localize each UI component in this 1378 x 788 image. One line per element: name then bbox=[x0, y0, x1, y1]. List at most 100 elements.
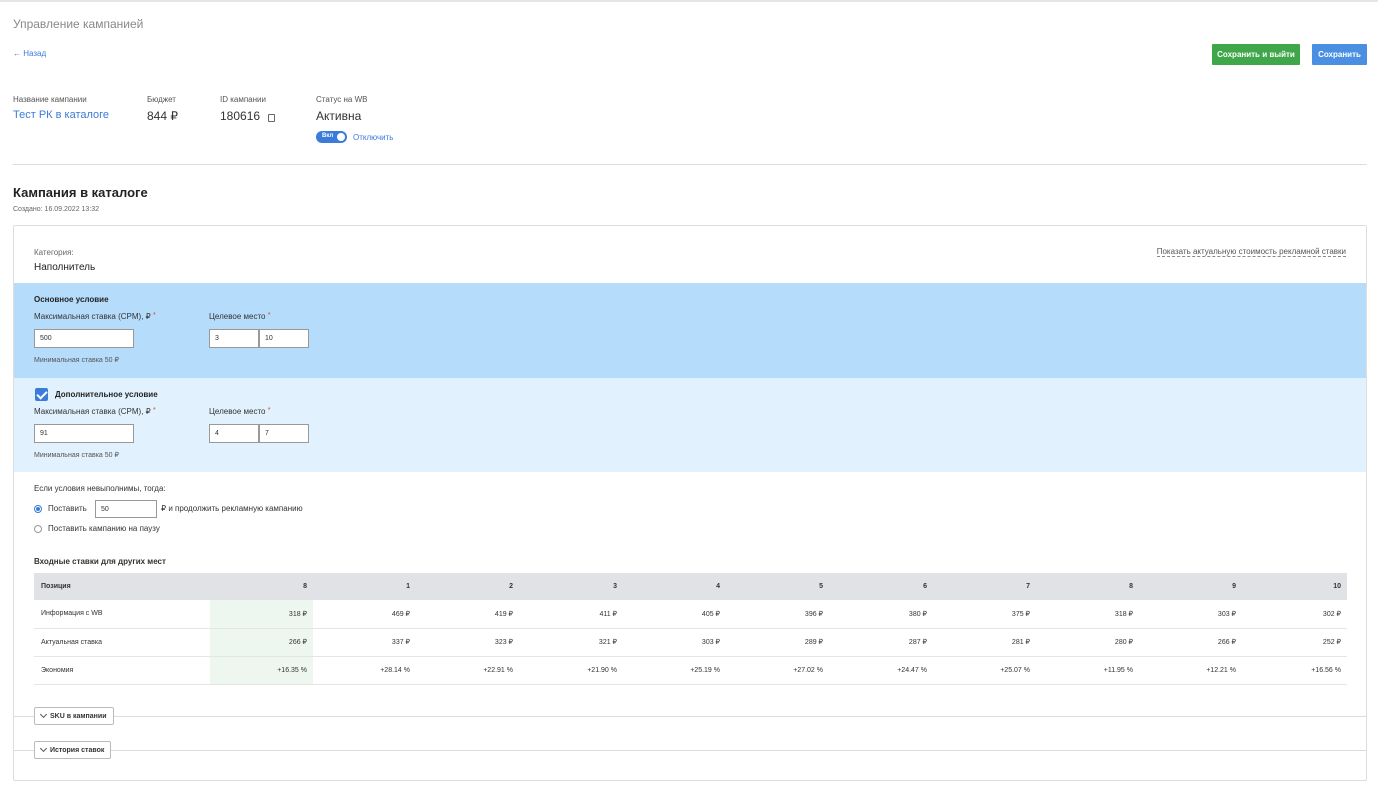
table-header: 8 bbox=[1036, 573, 1139, 600]
budget-value: 844 ₽ bbox=[147, 109, 178, 123]
show-price-link[interactable]: Показать актуальную стоимость рекламной … bbox=[1156, 247, 1346, 257]
required-mark: * bbox=[152, 312, 156, 319]
table-row: Экономия +16.35 % +28.14 % +22.91 % +21.… bbox=[34, 656, 1347, 685]
table-cell: 380 ₽ bbox=[829, 600, 933, 629]
extra-condition-panel: Дополнительное условие Максимальная став… bbox=[14, 378, 1366, 472]
toggle-knob bbox=[337, 133, 345, 141]
page-title: Управление кампанией bbox=[13, 17, 144, 31]
table-cell: +11.95 % bbox=[1036, 656, 1139, 685]
fallback-bid-suffix: ₽ и продолжить рекламную кампанию bbox=[161, 504, 303, 513]
min-bid-hint: Минимальная ставка 50 ₽ bbox=[34, 452, 119, 459]
fallback-pause-radio[interactable] bbox=[34, 525, 42, 533]
target-to-input[interactable] bbox=[259, 329, 309, 348]
table-cell: 323 ₽ bbox=[416, 628, 519, 657]
accordion-divider bbox=[14, 716, 1366, 717]
table-cell: 411 ₽ bbox=[519, 600, 623, 629]
divider bbox=[13, 164, 1367, 165]
table-cell: 321 ₽ bbox=[519, 628, 623, 657]
table-cell: +16.56 % bbox=[1242, 656, 1347, 685]
max-bid-label-text: Максимальная ставка (CPM), ₽ bbox=[34, 312, 151, 321]
main-condition-panel: Основное условие Максимальная ставка (CP… bbox=[14, 283, 1366, 378]
category-value: Наполнитель bbox=[34, 262, 96, 273]
max-bid-label: Максимальная ставка (CPM), ₽ * bbox=[34, 312, 156, 321]
table-header-row: Позиция 8 1 2 3 4 5 6 7 8 9 10 bbox=[34, 573, 1347, 600]
table-row: Актуальная ставка 266 ₽ 337 ₽ 323 ₽ 321 … bbox=[34, 628, 1347, 657]
max-bid-input[interactable] bbox=[34, 329, 134, 348]
table-cell: 318 ₽ bbox=[210, 600, 313, 629]
back-link[interactable]: ← Назад bbox=[13, 49, 46, 58]
accordion-divider bbox=[14, 750, 1366, 751]
table-cell: +24.47 % bbox=[829, 656, 933, 685]
fallback-pause-label: Поставить кампанию на паузу bbox=[48, 524, 160, 533]
section-title: Кампания в каталоге bbox=[13, 185, 148, 200]
created-date: Создано: 16.09.2022 13:32 bbox=[13, 206, 100, 213]
min-bid-hint: Минимальная ставка 50 ₽ bbox=[34, 357, 119, 364]
table-header: 4 bbox=[623, 573, 726, 600]
table-header: 7 bbox=[933, 573, 1036, 600]
max-bid-label: Максимальная ставка (CPM), ₽ * bbox=[34, 407, 156, 416]
table-cell: +25.19 % bbox=[623, 656, 726, 685]
status-toggle[interactable]: Вкл bbox=[316, 131, 347, 143]
table-header: 6 bbox=[829, 573, 933, 600]
table-row: Информация с WB 318 ₽ 469 ₽ 419 ₽ 411 ₽ … bbox=[34, 600, 1347, 629]
table-header: 10 bbox=[1242, 573, 1347, 600]
fallback-bid-prefix: Поставить bbox=[48, 504, 87, 513]
disable-link[interactable]: Отключить bbox=[353, 133, 393, 142]
table-cell: 318 ₽ bbox=[1036, 600, 1139, 629]
table-cell: Экономия bbox=[34, 656, 210, 685]
target-place-label: Целевое место * bbox=[209, 312, 270, 321]
category-label: Категория: bbox=[34, 248, 74, 257]
status-label: Статус на WB bbox=[316, 95, 368, 104]
table-cell: Актуальная ставка bbox=[34, 628, 210, 657]
required-mark: * bbox=[267, 407, 271, 414]
table-cell: 281 ₽ bbox=[933, 628, 1036, 657]
table-cell: +21.90 % bbox=[519, 656, 623, 685]
target-place-label-text: Целевое место bbox=[209, 407, 266, 416]
save-button[interactable]: Сохранить bbox=[1312, 44, 1367, 65]
extra-target-to-input[interactable] bbox=[259, 424, 309, 443]
max-bid-label-text: Максимальная ставка (CPM), ₽ bbox=[34, 407, 151, 416]
required-mark: * bbox=[152, 407, 156, 414]
fallback-bid-input[interactable] bbox=[95, 500, 157, 518]
fallback-title: Если условия невыполнимы, тогда: bbox=[34, 484, 166, 493]
table-cell: 375 ₽ bbox=[933, 600, 1036, 629]
sku-accordion-button[interactable]: SKU в кампании bbox=[34, 707, 114, 725]
table-cell: +25.07 % bbox=[933, 656, 1036, 685]
table-cell: 252 ₽ bbox=[1242, 628, 1347, 657]
table-cell: +22.91 % bbox=[416, 656, 519, 685]
table-cell: 280 ₽ bbox=[1036, 628, 1139, 657]
history-accordion-label: История ставок bbox=[50, 746, 105, 754]
table-cell: 266 ₽ bbox=[1139, 628, 1242, 657]
budget-label: Бюджет bbox=[147, 95, 176, 104]
campaign-name-label: Название кампании bbox=[13, 95, 87, 104]
fallback-bid-radio[interactable] bbox=[34, 505, 42, 513]
save-and-exit-button[interactable]: Сохранить и выйти bbox=[1212, 44, 1300, 65]
status-value: Активна bbox=[316, 109, 362, 123]
table-cell: 303 ₽ bbox=[623, 628, 726, 657]
table-header: 5 bbox=[726, 573, 829, 600]
extra-max-bid-input[interactable] bbox=[34, 424, 134, 443]
target-place-label-text: Целевое место bbox=[209, 312, 266, 321]
table-cell: 419 ₽ bbox=[416, 600, 519, 629]
sku-accordion-label: SKU в кампании bbox=[50, 712, 107, 720]
history-accordion-button[interactable]: История ставок bbox=[34, 741, 112, 759]
required-mark: * bbox=[267, 312, 271, 319]
extra-target-from-input[interactable] bbox=[209, 424, 259, 443]
table-cell: +27.02 % bbox=[726, 656, 829, 685]
table-header: 3 bbox=[519, 573, 623, 600]
table-cell: +12.21 % bbox=[1139, 656, 1242, 685]
table-cell: +16.35 % bbox=[210, 656, 313, 685]
table-header: 9 bbox=[1139, 573, 1242, 600]
table-cell: 287 ₽ bbox=[829, 628, 933, 657]
table-cell: 289 ₽ bbox=[726, 628, 829, 657]
main-condition-title: Основное условие bbox=[34, 295, 109, 304]
extra-condition-checkbox[interactable] bbox=[35, 388, 48, 401]
table-cell: 337 ₽ bbox=[313, 628, 416, 657]
campaign-id-value: 180616 bbox=[220, 109, 261, 123]
target-from-input[interactable] bbox=[209, 329, 259, 348]
campaign-name-link[interactable]: Тест РК в каталоге bbox=[13, 109, 109, 121]
chevron-down-icon bbox=[39, 710, 48, 719]
copy-icon[interactable] bbox=[268, 114, 275, 122]
table-cell: 303 ₽ bbox=[1139, 600, 1242, 629]
toggle-label: Вкл bbox=[322, 133, 334, 139]
